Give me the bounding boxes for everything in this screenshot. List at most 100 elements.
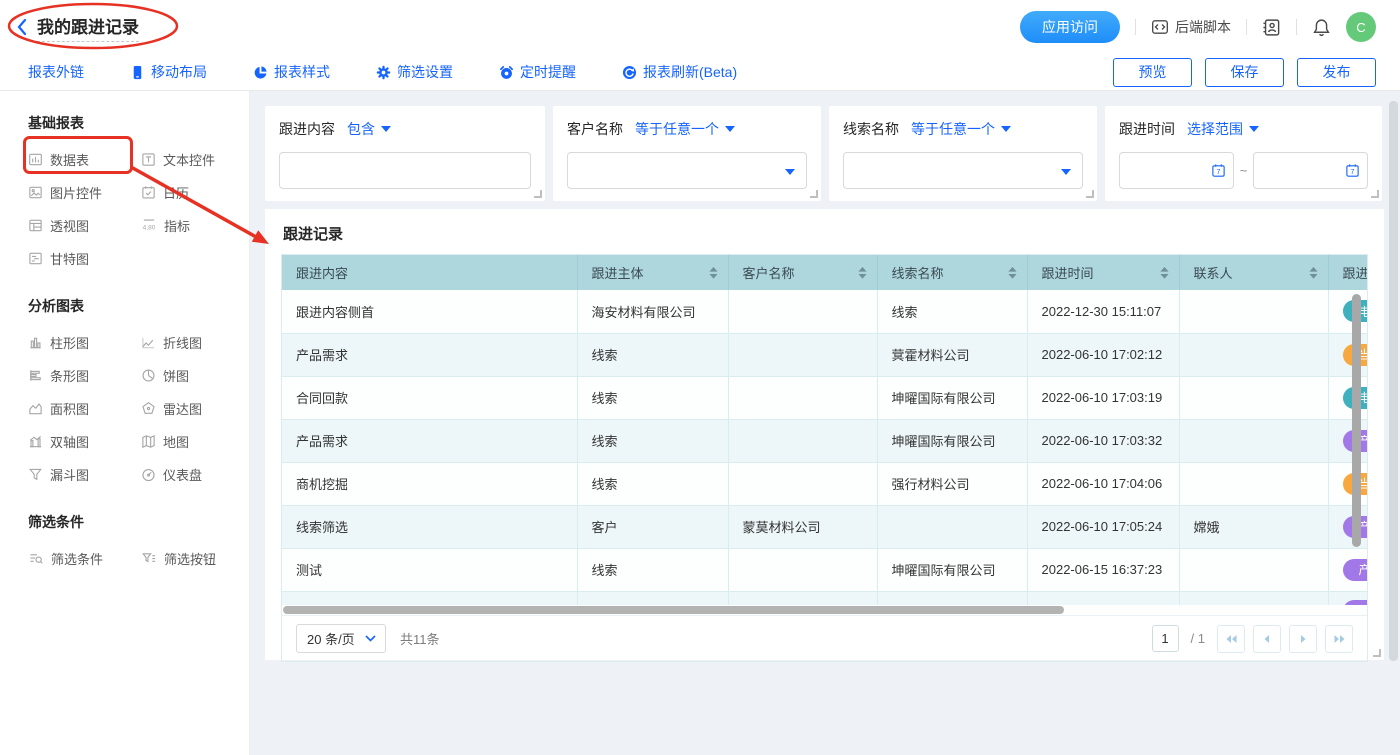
sidebar-item-image-widget[interactable]: 图片控件 [28, 184, 141, 200]
last-page-button[interactable] [1325, 625, 1353, 653]
sidebar-item-grid: 柱形图 折线图条形图 饼图面积图雷达图双轴图地图漏斗图仪表盘 [28, 334, 249, 482]
sidebar-item-text-widget[interactable]: 文本控件 [141, 151, 249, 167]
toolbar-item-report-external-link[interactable]: 报表外链 [28, 62, 84, 82]
sort-icon[interactable] [1008, 267, 1017, 282]
cell-contact [1179, 333, 1328, 376]
column-header-subject[interactable]: 跟进主体 [577, 255, 728, 290]
filter-condition-select[interactable]: 选择范围 [1187, 119, 1259, 139]
card-resize-handle[interactable] [534, 190, 542, 198]
column-header-contact[interactable]: 联系人 [1179, 255, 1328, 290]
toolbar-item-report-style[interactable]: 报表样式 [253, 62, 330, 82]
sidebar-item-label: 条形图 [50, 366, 89, 385]
page-title[interactable]: 我的跟进记录 [37, 13, 139, 42]
address-book-icon[interactable] [1262, 18, 1281, 37]
table-row[interactable]: 合同回款线索坤曜国际有限公司2022-06-10 17:03:19电 [282, 376, 1367, 419]
sidebar-item-radar-chart[interactable]: 雷达图 [141, 400, 249, 416]
sort-icon[interactable] [858, 267, 867, 282]
toolbar-item-label: 报表刷新(Beta) [643, 62, 737, 82]
bell-icon[interactable] [1312, 18, 1331, 37]
filter-text-input[interactable] [279, 152, 531, 189]
table-row[interactable]: 测试线索坤曜国际有限公司2022-06-15 16:37:23产 [282, 548, 1367, 591]
table-row[interactable]: 商机挖掘线索强行材料公司2022-06-10 17:04:06当 [282, 462, 1367, 505]
sidebar-item-label: 柱形图 [50, 333, 89, 352]
sidebar-item-filter-condition[interactable]: 筛选条件 [28, 550, 141, 566]
sidebar-item-calendar[interactable]: 日历 [141, 184, 249, 200]
sidebar-item-dual-axis-chart[interactable]: 双轴图 [28, 433, 141, 449]
table-row[interactable]: 线索筛选客户蒙莫材料公司2022-06-10 17:05:24嫦娥产 [282, 505, 1367, 548]
sidebar-item-gauge-chart[interactable]: 仪表盘 [141, 466, 249, 482]
sidebar-item-column-chart[interactable]: 柱形图 [28, 334, 141, 350]
toolbar-item-filter-settings[interactable]: 筛选设置 [376, 62, 453, 82]
pie-icon [253, 65, 268, 80]
filter-condition-select[interactable]: 等于任意一个 [635, 119, 735, 139]
card-resize-handle[interactable] [810, 190, 818, 198]
divider [1135, 19, 1136, 35]
sort-icon[interactable] [1160, 267, 1169, 282]
sidebar-item-funnel-chart[interactable]: 漏斗图 [28, 466, 141, 482]
toolbar-item-mobile-layout[interactable]: 移动布局 [130, 62, 207, 82]
back-button[interactable] [16, 18, 27, 36]
sidebar-item-gantt-chart[interactable]: 甘特图 [28, 250, 141, 266]
sidebar-item-filter-button[interactable]: 筛选按钮 [141, 550, 249, 566]
filter-field-label: 客户名称 [567, 119, 623, 139]
filter-condition-select[interactable]: 等于任意一个 [911, 119, 1011, 139]
next-page-button[interactable] [1289, 625, 1317, 653]
filter-date-start[interactable]: 7 [1119, 152, 1234, 189]
backend-script-button[interactable]: 后端脚本 [1151, 17, 1231, 37]
save-button[interactable]: 保存 [1205, 58, 1284, 87]
caret-down-icon [381, 126, 391, 132]
sidebar-item-data-table[interactable]: 数据表 [28, 151, 141, 167]
sidebar-item-area-chart[interactable]: 面积图 [28, 400, 141, 416]
filter-select[interactable] [567, 152, 807, 189]
card-resize-handle[interactable] [1373, 649, 1381, 657]
cell-customer [728, 419, 877, 462]
app-access-button[interactable]: 应用访问 [1020, 11, 1120, 43]
card-resize-handle[interactable] [1371, 190, 1379, 198]
sort-icon[interactable] [709, 267, 718, 282]
table-vertical-scrollbar[interactable] [1352, 294, 1361, 547]
sidebar-section: 分析图表柱形图折线图条形图饼图面积图雷达图双轴图地图漏斗图仪表盘 [28, 296, 249, 482]
gear-icon [376, 65, 391, 80]
sort-icon[interactable] [1309, 267, 1318, 282]
page-number-input[interactable]: 1 [1152, 625, 1179, 652]
chevron-right-icon [1297, 633, 1309, 645]
table-row[interactable]: 产品需求线索坤曜国际有限公司2022-06-10 17:03:32产 [282, 419, 1367, 462]
publish-button[interactable]: 发布 [1297, 58, 1376, 87]
column-header-time[interactable]: 跟进时间 [1027, 255, 1179, 290]
table-horizontal-scrollbar[interactable] [282, 605, 1367, 615]
toolbar-item-label: 报表外链 [28, 62, 84, 82]
page-size-select[interactable]: 20 条/页 [296, 624, 386, 653]
cell-contact [1179, 376, 1328, 419]
toolbar-item-scheduled-reminder[interactable]: 定时提醒 [499, 62, 576, 82]
filter-condition-select[interactable]: 包含 [347, 119, 391, 139]
first-page-button[interactable] [1217, 625, 1245, 653]
table-row[interactable]: 产品需求线索蓂霍材料公司2022-06-10 17:02:12当 [282, 333, 1367, 376]
table-row[interactable] [282, 591, 1367, 605]
widget-sidebar: 基础报表数据表文本控件图片控件日历透视图4,80指标甘特图分析图表柱形图折线图条… [0, 91, 250, 755]
table-row[interactable]: 跟进内容侧首海安材料有限公司线索2022-12-30 15:11:07电 [282, 290, 1367, 333]
sidebar-item-map-chart[interactable]: 地图 [141, 433, 249, 449]
page-total-label: / 1 [1191, 631, 1205, 646]
page-scrollbar[interactable] [1389, 101, 1398, 661]
user-avatar[interactable]: C [1346, 12, 1376, 42]
cell-time: 2022-06-10 17:03:19 [1027, 376, 1179, 419]
filter-date-end[interactable]: 7 [1253, 152, 1368, 189]
preview-button[interactable]: 预览 [1113, 58, 1192, 87]
cell-customer: 蒙莫材料公司 [728, 505, 877, 548]
filter-select[interactable] [843, 152, 1083, 189]
column-header-customer[interactable]: 客户名称 [728, 255, 877, 290]
card-resize-handle[interactable] [1086, 190, 1094, 198]
sidebar-item-pie-chart[interactable]: 饼图 [141, 367, 249, 383]
horizontal-scroll-thumb[interactable] [283, 606, 1064, 614]
sidebar-item-line-chart[interactable]: 折线图 [141, 334, 249, 350]
sidebar-item-indicator[interactable]: 4,80指标 [141, 217, 249, 233]
sidebar-section-title: 基础报表 [28, 113, 249, 133]
filter-date-range: 7 ~ 7 [1119, 152, 1368, 189]
toolbar-item-report-refresh[interactable]: 报表刷新(Beta) [622, 62, 737, 82]
cell-method [1328, 591, 1367, 605]
sidebar-item-bar-chart[interactable]: 条形图 [28, 367, 141, 383]
filter-field-label: 线索名称 [843, 119, 899, 139]
prev-page-button[interactable] [1253, 625, 1281, 653]
sidebar-item-pivot-view[interactable]: 透视图 [28, 217, 141, 233]
column-header-lead[interactable]: 线索名称 [877, 255, 1027, 290]
